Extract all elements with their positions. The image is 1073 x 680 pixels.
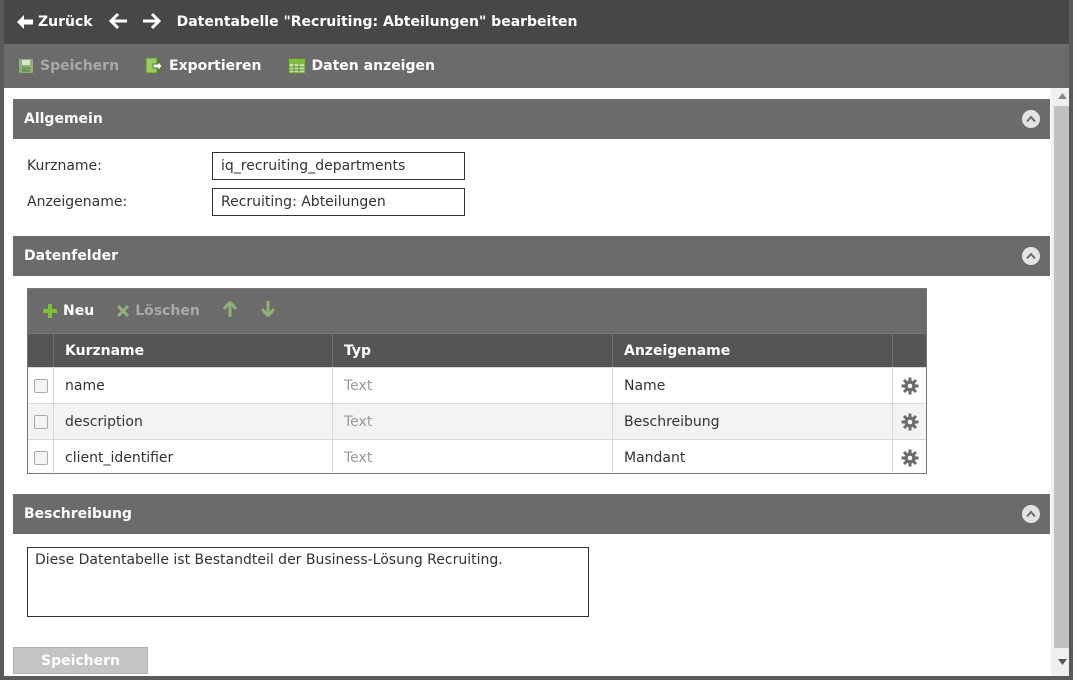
row-displayname: Beschreibung (613, 404, 893, 439)
table-row[interactable]: name Text Name (28, 367, 926, 403)
row-displayname: Name (613, 368, 893, 403)
column-header-shortname[interactable]: Kurzname (54, 334, 333, 367)
collapse-icon[interactable] (1022, 247, 1040, 265)
editor-window: Zurück Datentabelle "Recruiting: Abteilu… (0, 0, 1073, 680)
arrow-left-icon (17, 15, 33, 29)
back-button[interactable]: Zurück (16, 14, 93, 30)
collapse-icon[interactable] (1022, 110, 1040, 128)
title-bar: Zurück Datentabelle "Recruiting: Abteilu… (4, 0, 1069, 44)
section-description-header[interactable]: Beschreibung (13, 494, 1050, 534)
row-select-cell (28, 368, 54, 403)
shortname-field[interactable]: iq_recruiting_departments (212, 152, 465, 180)
collapse-icon[interactable] (1022, 505, 1040, 523)
row-shortname: client_identifier (54, 440, 333, 475)
row-type: Text (333, 368, 613, 403)
move-down-icon[interactable] (260, 300, 276, 322)
row-displayname: Mandant (613, 440, 893, 475)
row-shortname: description (54, 404, 333, 439)
gear-icon[interactable] (893, 368, 926, 403)
section-fields-header[interactable]: Datenfelder (13, 236, 1050, 276)
section-description-title: Beschreibung (24, 506, 132, 522)
grid-header-row: Kurzname Typ Anzeigename (28, 333, 926, 367)
history-forward-icon[interactable] (141, 12, 161, 33)
header-actions-cell (893, 334, 926, 367)
export-icon (145, 57, 163, 74)
footer-save-button[interactable]: Speichern (13, 647, 148, 674)
gear-icon[interactable] (893, 404, 926, 439)
shortname-label: Kurzname: (27, 158, 102, 174)
displayname-field[interactable]: Recruiting: Abteilungen (212, 188, 465, 216)
row-select-cell (28, 440, 54, 475)
description-textarea[interactable]: Diese Datentabelle ist Bestandteil der B… (27, 547, 589, 617)
section-general-header[interactable]: Allgemein (13, 99, 1050, 139)
move-up-icon[interactable] (222, 300, 238, 322)
scroll-up-icon[interactable] (1051, 88, 1069, 104)
delete-x-icon (117, 304, 130, 318)
grid-toolbar: Neu Löschen (28, 289, 926, 333)
show-data-button[interactable]: Daten anzeigen (288, 58, 435, 74)
row-checkbox[interactable] (33, 450, 48, 465)
section-general-title: Allgemein (24, 111, 103, 127)
table-row[interactable]: client_identifier Text Mandant (28, 439, 926, 475)
new-label: Neu (63, 303, 95, 319)
row-checkbox[interactable] (33, 414, 48, 429)
delete-field-button[interactable]: Löschen (116, 303, 200, 319)
plus-icon (43, 304, 57, 318)
back-label: Zurück (38, 14, 93, 30)
header-select-cell (28, 334, 54, 367)
export-button[interactable]: Exportieren (145, 57, 262, 75)
main-toolbar: Speichern Exportieren Daten anzeigen (4, 44, 1069, 88)
gear-icon[interactable] (893, 440, 926, 475)
export-label: Exportieren (169, 58, 262, 74)
new-field-button[interactable]: Neu (42, 303, 94, 319)
displayname-label: Anzeigename: (27, 194, 128, 210)
history-back-icon[interactable] (108, 12, 129, 33)
table-icon (288, 58, 306, 74)
scrollbar-thumb[interactable] (1054, 106, 1069, 648)
row-shortname: name (54, 368, 333, 403)
vertical-scrollbar[interactable] (1051, 88, 1069, 676)
section-fields-title: Datenfelder (24, 248, 119, 264)
row-checkbox[interactable] (33, 378, 48, 393)
column-header-type[interactable]: Typ (333, 334, 613, 367)
page-title: Datentabelle "Recruiting: Abteilungen" b… (176, 14, 578, 30)
floppy-disk-icon (19, 59, 33, 73)
column-header-displayname[interactable]: Anzeigename (613, 334, 893, 367)
delete-label: Löschen (135, 303, 200, 319)
data-fields-grid: Neu Löschen Kurzname Typ Anzeigename nam… (27, 288, 927, 475)
row-select-cell (28, 404, 54, 439)
content-area: Allgemein Kurzname: iq_recruiting_depart… (9, 88, 1051, 676)
table-row[interactable]: description Text Beschreibung (28, 403, 926, 439)
row-type: Text (333, 404, 613, 439)
show-data-label: Daten anzeigen (311, 58, 435, 74)
row-type: Text (333, 440, 613, 475)
save-button[interactable]: Speichern (18, 58, 119, 74)
save-label: Speichern (40, 58, 120, 74)
scroll-down-icon[interactable] (1051, 654, 1069, 670)
